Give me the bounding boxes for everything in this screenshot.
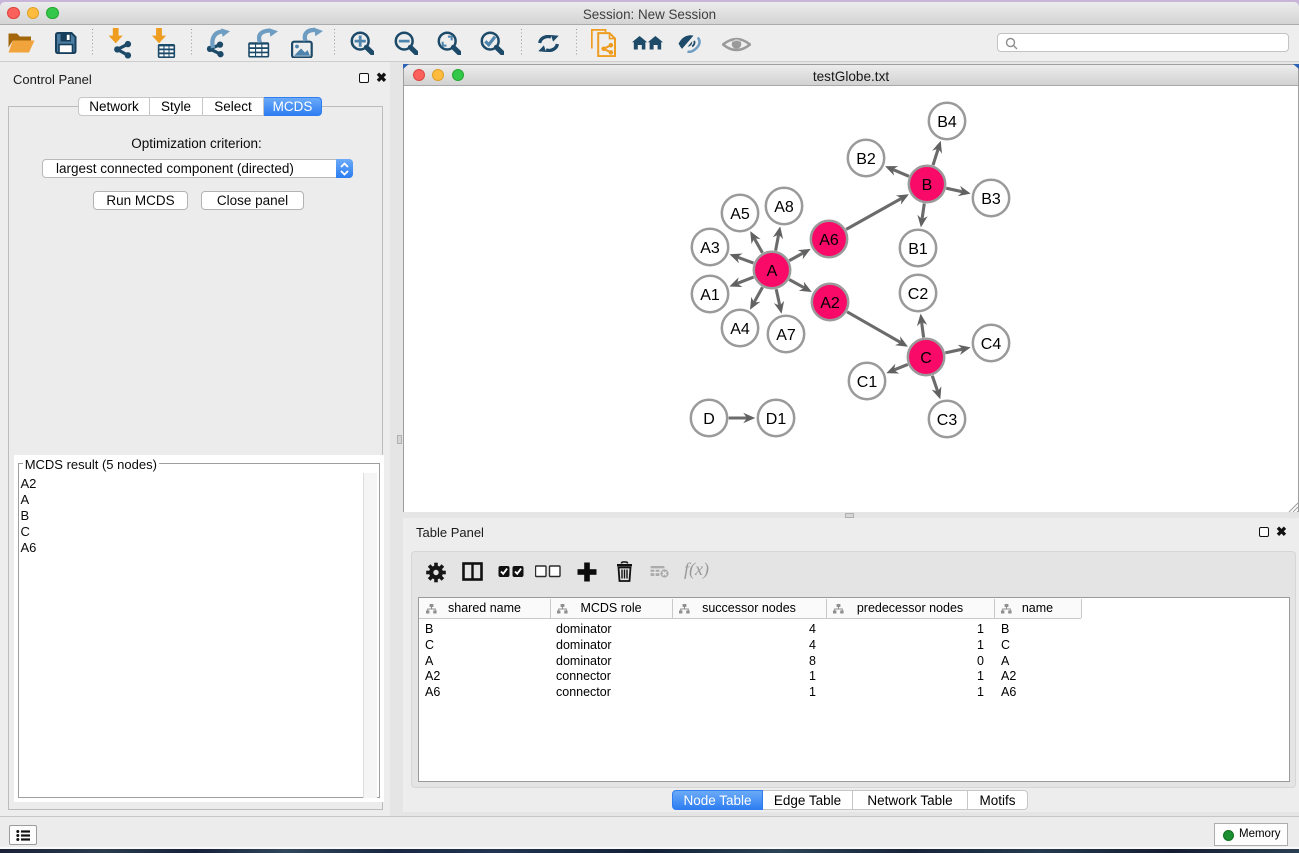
svg-text:A: A [767,263,778,280]
svg-text:A5: A5 [730,206,750,223]
svg-text:A8: A8 [774,199,794,216]
svg-text:B: B [922,177,933,194]
svg-text:B2: B2 [856,151,876,168]
svg-text:C4: C4 [981,336,1002,353]
svg-text:C3: C3 [937,412,958,429]
svg-text:A7: A7 [776,327,796,344]
svg-text:A1: A1 [700,287,720,304]
svg-text:B3: B3 [981,191,1001,208]
svg-text:A2: A2 [820,295,840,312]
svg-text:B4: B4 [937,114,957,131]
svg-text:B1: B1 [908,241,928,258]
svg-text:A6: A6 [819,232,839,249]
svg-text:C: C [920,350,932,367]
svg-text:D: D [703,411,715,428]
svg-text:A3: A3 [700,240,720,257]
svg-text:C1: C1 [857,374,878,391]
svg-text:A4: A4 [730,321,750,338]
svg-text:D1: D1 [766,411,787,428]
svg-text:C2: C2 [908,286,929,303]
